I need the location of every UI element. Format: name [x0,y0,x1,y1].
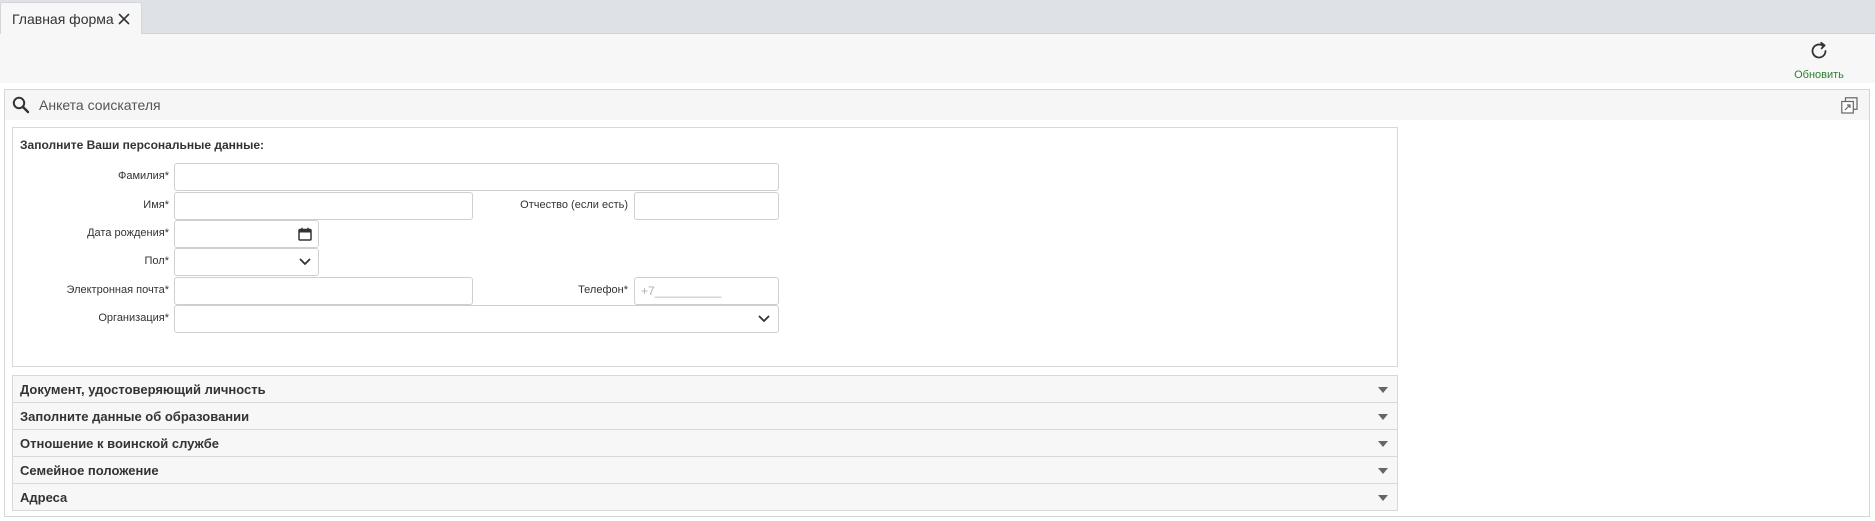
section-label: Документ, удостоверяющий личность [20,382,266,397]
section-identity-document[interactable]: Документ, удостоверяющий личность [13,376,1397,403]
panel-title: Анкета соискателя [39,97,161,113]
email-input[interactable] [174,277,473,305]
section-label: Семейное положение [20,463,159,478]
last-name-input[interactable] [174,163,779,191]
phone-input[interactable] [634,277,779,305]
gender-label: Пол* [144,255,169,267]
phone-label: Телефон* [578,284,628,296]
refresh-button[interactable]: Обновить [1786,40,1852,81]
first-name-label: Имя* [143,199,169,211]
panel-header: Анкета соискателя [5,90,1869,120]
section-label: Заполните данные об образовании [20,409,250,424]
chevron-down-icon[interactable] [297,254,313,270]
first-name-input[interactable] [174,192,473,220]
refresh-icon [1808,40,1830,67]
section-label: Адреса [20,490,68,505]
chevron-down-icon[interactable] [756,311,772,327]
email-label: Электронная почта* [66,284,169,296]
organization-select[interactable] [174,305,779,333]
section-label: Отношение к воинской службе [20,436,220,451]
section-education[interactable]: Заполните данные об образовании [13,403,1397,430]
expand-icon[interactable] [1841,97,1858,114]
section-addresses[interactable]: Адреса [13,484,1397,511]
applicant-form-panel: Анкета соискателя Заполните Ваши персона… [4,89,1870,517]
form-sections: Документ, удостоверяющий личность Заполн… [12,375,1398,511]
tab-main-form[interactable]: Главная форма [0,2,142,34]
caret-down-icon [1378,468,1388,474]
close-icon[interactable] [115,10,133,28]
patronymic-label: Отчество (если есть) [520,199,628,211]
birth-date-label: Дата рождения* [87,227,169,239]
calendar-icon[interactable] [297,226,313,242]
patronymic-input[interactable] [634,192,779,220]
last-name-label: Фамилия* [118,170,169,182]
personal-data-section: Заполните Ваши персональные данные: Фами… [12,127,1398,367]
section-title: Заполните Ваши персональные данные: [20,138,265,152]
refresh-label: Обновить [1794,69,1844,81]
section-marital-status[interactable]: Семейное положение [13,457,1397,484]
caret-down-icon [1378,441,1388,447]
caret-down-icon [1378,387,1388,393]
section-military-service[interactable]: Отношение к воинской службе [13,430,1397,457]
tab-label: Главная форма [12,10,114,27]
search-icon[interactable] [12,96,30,114]
organization-label: Организация* [98,312,169,324]
caret-down-icon [1378,414,1388,420]
toolbar: Обновить [0,34,1875,83]
tab-strip: Главная форма [0,0,1875,34]
caret-down-icon [1378,495,1388,501]
